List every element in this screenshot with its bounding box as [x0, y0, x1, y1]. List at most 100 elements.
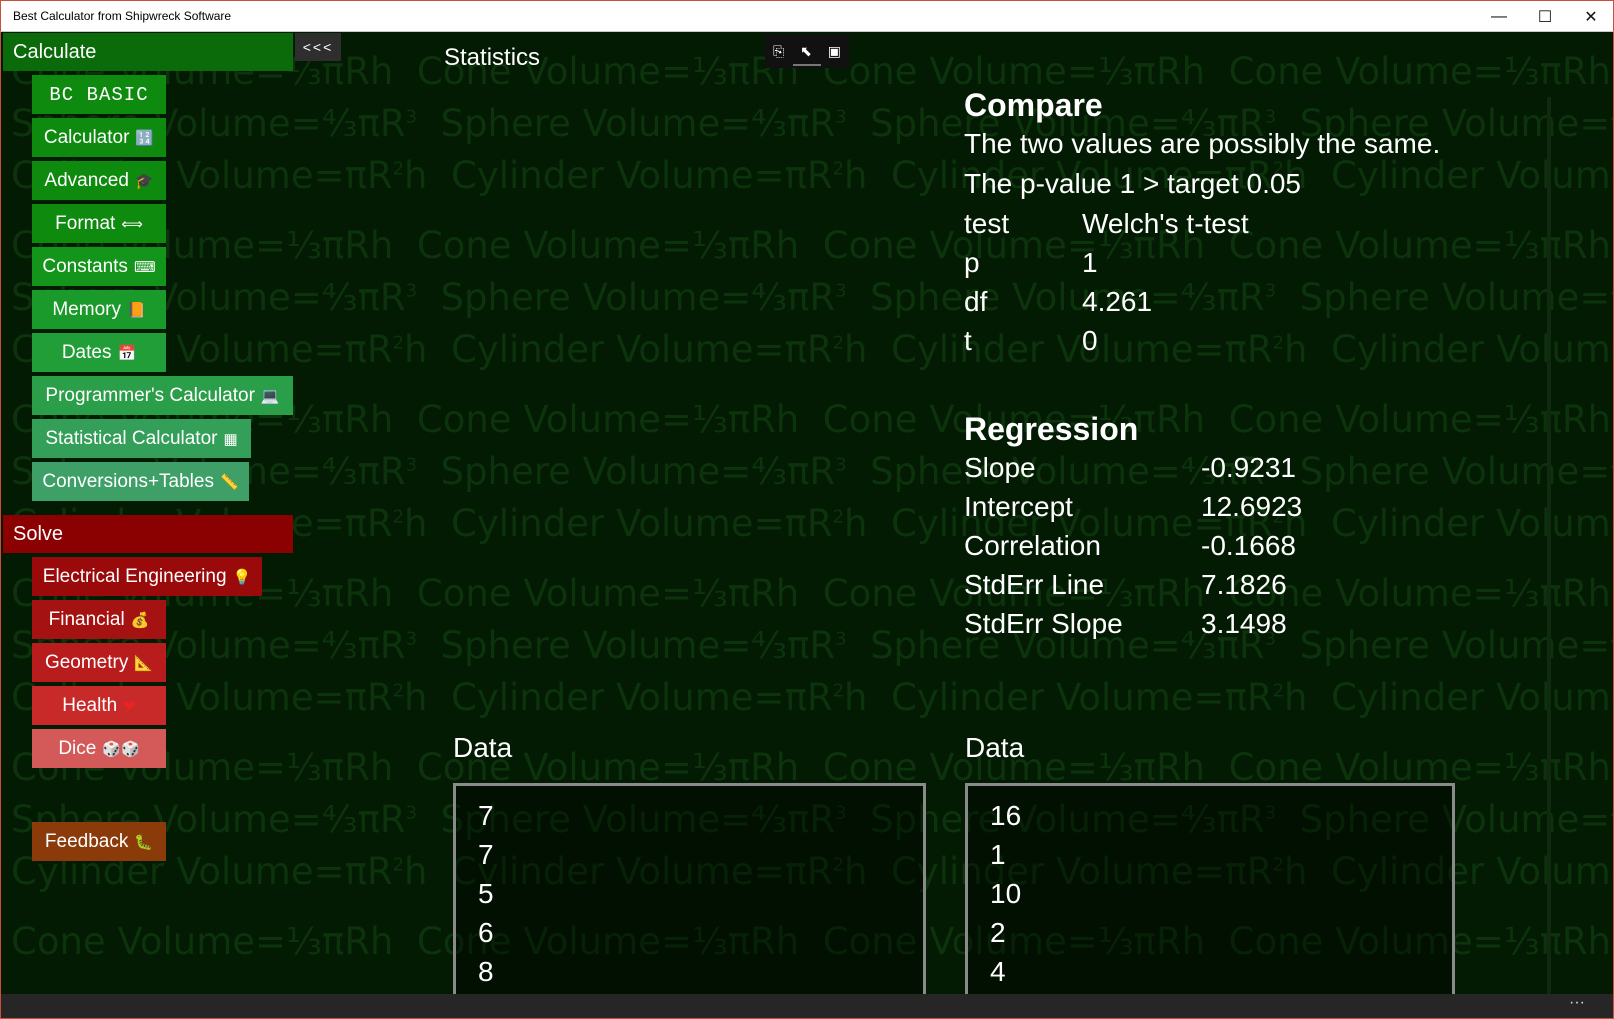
regression-row: Intercept 12.6923 [964, 487, 1302, 526]
data1-value: 7 [478, 839, 494, 870]
dice-icon: 🎲🎲 [102, 740, 140, 758]
money-bag-icon: 💰 [130, 611, 150, 629]
compare-key: p [964, 247, 980, 278]
compare-result-line: The two values are possibly the same. [964, 128, 1441, 159]
toolbar-select-icon[interactable]: ⎘ [773, 43, 784, 60]
nav-statistical-calculator-button[interactable]: Statistical Calculator ▦ [32, 419, 251, 458]
nav-label: Geometry [44, 651, 129, 673]
feedback-label: Feedback [44, 830, 129, 852]
nav-geometry-button[interactable]: Geometry 📐 [32, 643, 166, 682]
regression-value: 3.1498 [1201, 608, 1287, 639]
compare-key: t [964, 325, 972, 356]
nav-calculator-button[interactable]: Calculator 🔢 [32, 118, 166, 157]
nav-advanced-button[interactable]: Advanced 🎓 [32, 161, 166, 200]
compare-key: df [964, 286, 988, 317]
regression-value: -0.9231 [1201, 452, 1296, 483]
data2-value: 16 [990, 800, 1022, 831]
nav-electrical-engineering-button[interactable]: Electrical Engineering 💡 [32, 557, 262, 596]
close-button[interactable]: ✕ [1568, 1, 1614, 32]
app-area: Cone Volume=⅓πRh Cone Volume=⅓πRh Cone V… [0, 32, 1614, 994]
compare-pvalue-line: The p-value 1 > target 0.05 [964, 168, 1301, 199]
ruler-icon: 📏 [219, 473, 239, 491]
data2-value: 2 [990, 917, 1006, 948]
data1-textbox[interactable]: 7 7 5 6 8 [453, 783, 926, 994]
title-bar: Best Calculator from Shipwreck Software … [0, 0, 1614, 32]
data2-value: 1 [990, 839, 1006, 870]
compare-value: Welch's t-test [1082, 208, 1249, 239]
compare-row: df 4.261 [964, 282, 1440, 321]
nav-programmers-calculator-button[interactable]: Programmer's Calculator 💻 [32, 376, 293, 415]
solve-header: Solve [3, 515, 293, 553]
regression-heading: Regression [964, 411, 1139, 447]
app-bar: ··· [0, 994, 1614, 1019]
regression-value: -0.1668 [1201, 530, 1296, 561]
lightbulb-icon: 💡 [232, 568, 252, 586]
nav-label: Programmer's Calculator [45, 384, 255, 406]
regression-key: StdErr Slope [964, 608, 1123, 639]
data2-label: Data [965, 732, 1025, 763]
keyboard-icon: ⌨ [133, 258, 156, 276]
data1-value: 8 [478, 956, 494, 987]
data2-value: 4 [990, 956, 1006, 987]
data1-value: 6 [478, 917, 494, 948]
debug-toolbar: ⎘ ⬉ ▣ [765, 34, 849, 68]
triangle-ruler-icon: 📐 [134, 654, 154, 672]
nav-conversions-tables-button[interactable]: Conversions+Tables 📏 [32, 462, 249, 501]
calculate-header: Calculate [3, 33, 293, 71]
table-icon: ▦ [223, 430, 238, 448]
maximize-button[interactable]: ☐ [1522, 1, 1568, 32]
collapse-nav-button[interactable]: <<< [295, 33, 341, 61]
nav-label: Advanced [44, 169, 129, 191]
nav-label: Calculator [43, 126, 130, 148]
calendar-icon: 📅 [117, 344, 137, 362]
nav-dates-button[interactable]: Dates 📅 [32, 333, 166, 372]
nav-health-button[interactable]: Health ❤ [32, 686, 166, 725]
nav-constants-button[interactable]: Constants ⌨ [32, 247, 166, 286]
frame-icon[interactable]: ▣ [828, 43, 841, 60]
nav-label: Financial [48, 608, 125, 630]
data1-value: 7 [478, 800, 494, 831]
compare-value: 1 [1082, 247, 1098, 278]
regression-key: Slope [964, 452, 1036, 483]
more-options-icon[interactable]: ··· [1569, 994, 1585, 1012]
vertical-scrollbar[interactable] [1547, 97, 1551, 994]
calculator-icon: 🔢 [135, 129, 155, 147]
nav-financial-button[interactable]: Financial 💰 [32, 600, 166, 639]
book-icon: 📙 [126, 301, 146, 319]
regression-row: StdErr Slope 3.1498 [964, 604, 1302, 643]
compare-section: Compare The two values are possibly the … [964, 87, 1440, 360]
nav-label: Memory [52, 298, 121, 320]
nav-bc-basic-button[interactable]: BC BASIC [32, 75, 166, 114]
toolbar-grip[interactable] [793, 64, 821, 66]
data1-label: Data [453, 732, 513, 763]
nav-format-button[interactable]: Format ⟺ [32, 204, 166, 243]
regression-value: 12.6923 [1201, 491, 1303, 522]
regression-row: Correlation -0.1668 [964, 526, 1302, 565]
data2-textbox[interactable]: 16 1 10 2 4 [965, 783, 1455, 994]
minimize-button[interactable]: — [1476, 1, 1522, 32]
cursor-icon[interactable]: ⬉ [800, 43, 812, 60]
compare-row: test Welch's t-test [964, 204, 1440, 243]
regression-row: StdErr Line 7.1826 [964, 565, 1302, 604]
nav-label: Format [55, 212, 116, 234]
window-title: Best Calculator from Shipwreck Software [13, 9, 232, 23]
regression-row: Slope -0.9231 [964, 448, 1302, 487]
compare-row: t 0 [964, 321, 1440, 360]
arrows-icon: ⟺ [121, 215, 143, 233]
compare-value: 0 [1082, 325, 1098, 356]
page-title: Statistics [444, 44, 541, 71]
nav-label: BC BASIC [49, 83, 149, 106]
bug-icon: 🐛 [134, 833, 154, 851]
nav-dice-button[interactable]: Dice 🎲🎲 [32, 729, 166, 768]
nav-label: Dates [61, 341, 112, 363]
heart-icon: ❤ [123, 697, 136, 715]
compare-heading: Compare [964, 87, 1103, 123]
nav-label: Conversions+Tables [42, 470, 214, 492]
nav-label: Dice [58, 737, 97, 759]
regression-key: StdErr Line [964, 569, 1105, 600]
feedback-button[interactable]: Feedback 🐛 [32, 822, 166, 861]
compare-value: 4.261 [1082, 286, 1153, 317]
nav-memory-button[interactable]: Memory 📙 [32, 290, 166, 329]
regression-key: Intercept [964, 491, 1073, 522]
regression-value: 7.1826 [1201, 569, 1287, 600]
